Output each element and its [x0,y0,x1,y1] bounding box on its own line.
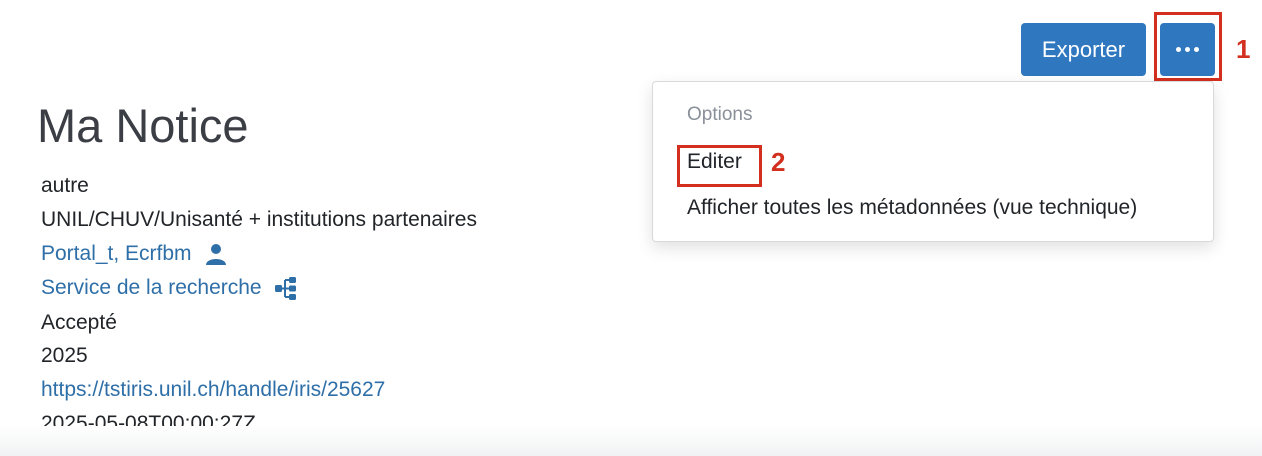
dropdown-header: Options [687,104,753,125]
annotation-box-2 [677,145,762,187]
annotation-box-1 [1154,12,1222,81]
bottom-fade [0,426,1262,456]
authors-link[interactable]: Portal_t, Ecrfbm [41,242,192,266]
record-unit: Service de la recherche [41,276,298,300]
record-type: autre [41,174,89,197]
record-year: 2025 [41,344,88,367]
hierarchy-icon[interactable] [274,276,298,300]
record-institution: UNIL/CHUV/Unisanté + institutions parten… [41,208,477,231]
annotation-number-2: 2 [771,147,786,177]
record-url: https://tstiris.unil.ch/handle/iris/2562… [41,378,385,402]
menu-item-show-metadata[interactable]: Afficher toutes les métadonnées (vue tec… [687,196,1137,220]
record-authors: Portal_t, Ecrfbm [41,242,228,266]
export-button[interactable]: Exporter [1021,23,1146,76]
handle-link[interactable]: https://tstiris.unil.ch/handle/iris/2562… [41,378,385,402]
person-icon[interactable] [204,242,228,266]
annotation-number-1: 1 [1236,34,1251,64]
record-title: Ma Notice [37,99,249,152]
unit-link[interactable]: Service de la recherche [41,276,262,300]
record-page: Exporter 1 Options Editer Afficher toute… [0,0,1262,456]
record-status: Accepté [41,311,117,334]
